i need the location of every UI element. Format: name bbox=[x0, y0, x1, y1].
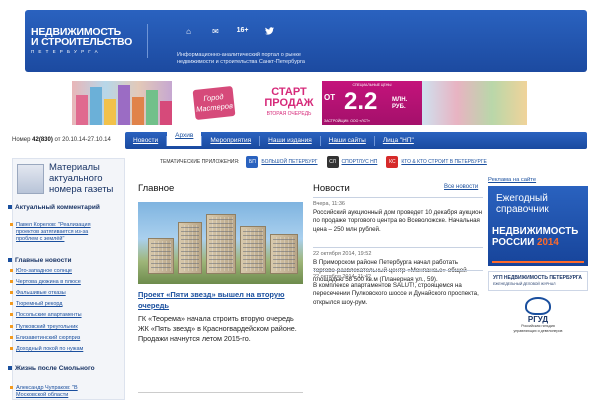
banner-price: СПЕЦИАЛЬНЫЕ ЦЕНЫ ОТ 2.2 МЛН. РУБ. ЗАСТРО… bbox=[322, 81, 422, 125]
age-rating-badge: 16+ bbox=[236, 27, 249, 34]
nav-events[interactable]: Мероприятия bbox=[202, 137, 259, 144]
site-header: НЕДВИЖИМОСТЬ И СТРОИТЕЛЬСТВО ПЕТЕРБУРГА … bbox=[25, 10, 587, 72]
building bbox=[270, 234, 298, 274]
sidebar-link[interactable]: Юго-западное солнце bbox=[16, 268, 108, 275]
sidebar-link[interactable]: Пулковский треугольник bbox=[16, 324, 108, 331]
news-text: В комплексе апартаментов SALUT!, строяще… bbox=[313, 282, 479, 306]
supplement-link-sport[interactable]: СПОРТЛУС НП bbox=[342, 159, 378, 165]
ad-magazine[interactable]: УГП НЕДВИЖИМОСТЬ ПЕТЕРБУРГА ЕЖЕНЕДЕЛЬНЫЙ… bbox=[488, 271, 588, 291]
building bbox=[178, 222, 202, 274]
ad-slot[interactable] bbox=[488, 340, 588, 400]
nav-sites[interactable]: Наши сайты bbox=[321, 137, 374, 144]
mail-icon[interactable]: ✉ bbox=[202, 27, 229, 37]
sidebar-section-after-smolny: Жизнь после Смольного bbox=[8, 365, 103, 373]
banner-brand: Город Мастеров bbox=[172, 81, 256, 125]
news-text: Российский аукционный дом проведет 10 де… bbox=[313, 209, 483, 233]
logo-divider bbox=[147, 24, 148, 58]
supplement-link-who-builds[interactable]: КТО & КТО СТРОИТ В ПЕТЕРБУРГЕ bbox=[401, 159, 487, 165]
sidebar-link[interactable]: Доходный покой по нужам bbox=[16, 346, 108, 353]
main-heading: Главное bbox=[138, 183, 175, 194]
issue-number: 42(830) bbox=[32, 137, 53, 143]
top-banner-ad[interactable]: Город Мастеров СТАРТ ПРОДАЖ ВТОРАЯ ОЧЕРЕ… bbox=[72, 81, 527, 125]
nav-publications[interactable]: Наши издания bbox=[260, 137, 320, 144]
banner-brand-logo: Город Мастеров bbox=[192, 85, 236, 121]
main-nav: Новости Архив Мероприятия Наши издания Н… bbox=[125, 129, 587, 149]
sidebar-header: Материалы актуального номера газеты bbox=[13, 159, 124, 199]
newspaper-thumbnail[interactable] bbox=[17, 164, 44, 194]
news-date: 22 октября 2014, 11:42 bbox=[313, 274, 371, 280]
news-item[interactable]: 22 октября 2014, 11:42 В комплексе апарт… bbox=[313, 270, 483, 307]
ad-underline bbox=[492, 261, 584, 263]
sidebar-link[interactable]: Елизаветинский сюрприз bbox=[16, 335, 108, 342]
sidebar-link[interactable]: Александр Чупраков: "В Московской област… bbox=[16, 385, 108, 399]
rgud-emblem-icon bbox=[525, 297, 551, 315]
nav-news[interactable]: Новости bbox=[125, 137, 166, 144]
sidebar-link[interactable]: Фальшивые отказы bbox=[16, 290, 108, 297]
supplements-label: ТЕМАТИЧЕСКИЕ ПРИЛОЖЕНИЯ: bbox=[160, 159, 240, 165]
nav-faces[interactable]: Лица "НП" bbox=[375, 137, 422, 144]
main-story-text: ГК «Теорема» начала строить вторую очере… bbox=[138, 314, 297, 343]
sidebar-section-main-news: Главные новости bbox=[8, 257, 72, 264]
building bbox=[206, 214, 236, 274]
thematic-supplements: ТЕМАТИЧЕСКИЕ ПРИЛОЖЕНИЯ: БП БОЛЬШОЙ ПЕТЕ… bbox=[160, 156, 493, 168]
banner-start-sales: СТАРТ ПРОДАЖ ВТОРАЯ ОЧЕРЕДЬ bbox=[264, 86, 314, 118]
banner-city-illustration bbox=[72, 81, 172, 125]
sidebar-title: Материалы актуального номера газеты bbox=[49, 162, 114, 195]
supplement-icon[interactable]: БП bbox=[246, 156, 259, 168]
supplement-link-big-petersburg[interactable]: БОЛЬШОЙ ПЕТЕРБУРГ bbox=[261, 159, 317, 165]
site-logo[interactable]: НЕДВИЖИМОСТЬ И СТРОИТЕЛЬСТВО ПЕТЕРБУРГА bbox=[31, 27, 132, 55]
news-heading: Новости bbox=[313, 183, 350, 194]
news-date: 22 октября 2014, 19:52 bbox=[313, 251, 372, 257]
header-tagline: Информационно-аналитический портал о рын… bbox=[177, 52, 305, 65]
supplement-icon[interactable]: КС bbox=[386, 156, 399, 168]
sidebar-link[interactable]: Чертова дюжина в плюсе bbox=[16, 279, 108, 286]
logo-line-2: И СТРОИТЕЛЬСТВО bbox=[31, 36, 133, 48]
sidebar-section-commentary: Актуальный комментарий bbox=[8, 204, 100, 211]
sidebar-link[interactable]: Тюремный рекорд bbox=[16, 301, 108, 308]
all-news-link[interactable]: Все новости bbox=[444, 184, 478, 190]
main-bottom-divider bbox=[138, 392, 303, 400]
banner-city-illustration-right bbox=[422, 81, 527, 125]
ads-label[interactable]: Реклама на сайте bbox=[488, 177, 536, 183]
logo-subtitle: ПЕТЕРБУРГА bbox=[31, 49, 102, 54]
building bbox=[148, 238, 174, 274]
news-date: Вчера, 11:36 bbox=[313, 201, 345, 207]
sidebar-link[interactable]: Павел Корелов: "Реализация проектов затя… bbox=[16, 222, 108, 243]
home-icon[interactable]: ⌂ bbox=[175, 27, 202, 37]
ad-yearbook[interactable]: Ежегодный справочник НЕДВИЖИМОСТЬ РОССИИ… bbox=[488, 186, 588, 266]
supplement-icon[interactable]: СЛ bbox=[326, 156, 339, 168]
twitter-icon[interactable] bbox=[256, 27, 283, 37]
nav-archive[interactable]: Архив bbox=[167, 129, 202, 146]
header-icons: ⌂ ✉ 16+ bbox=[175, 27, 283, 37]
main-story-image[interactable] bbox=[138, 202, 303, 284]
news-item[interactable]: Вчера, 11:36 Российский аукционный дом п… bbox=[313, 197, 483, 234]
building bbox=[240, 226, 266, 274]
ad-rgud[interactable]: РГУД Российская гильдия управляющих и де… bbox=[488, 296, 588, 338]
issue-info: Номер 42(830) от 20.10.14-27.10.14 bbox=[12, 137, 111, 143]
issue-dates: от 20.10.14-27.10.14 bbox=[54, 137, 111, 143]
sidebar-link[interactable]: Посольские апартаменты bbox=[16, 312, 108, 319]
main-story-link[interactable]: Проект «Пяти звезд» вышел на вторую очер… bbox=[138, 289, 303, 311]
